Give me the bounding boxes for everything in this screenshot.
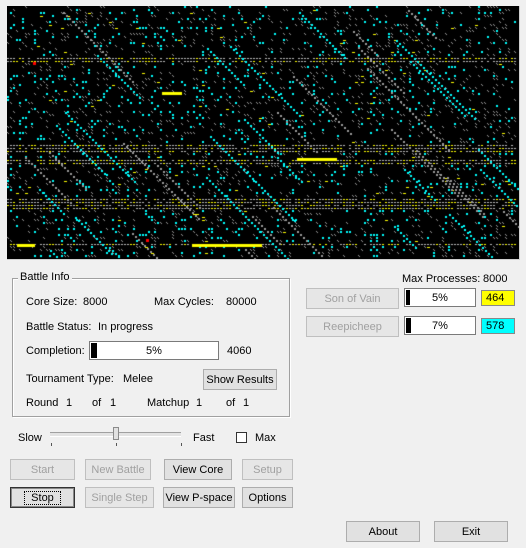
max-cycles-label: Max Cycles: — [154, 296, 214, 308]
completion-progress-fill — [91, 343, 97, 358]
options-button[interactable]: Options — [242, 487, 293, 508]
warrior-1-button[interactable]: Son of Vain — [306, 288, 399, 309]
exit-button[interactable]: Exit — [434, 521, 508, 542]
max-processes-label: Max Processes: — [402, 273, 481, 285]
completion-label: Completion: — [26, 345, 85, 357]
setup-button[interactable]: Setup — [242, 459, 293, 480]
matchup-value: 1 — [196, 397, 203, 409]
max-speed-checkbox[interactable] — [236, 432, 247, 443]
battle-info-legend: Battle Info — [18, 271, 72, 283]
matchup-total: 1 — [243, 397, 250, 409]
start-button[interactable]: Start — [10, 459, 75, 480]
warrior-1-process-bar: 5% — [404, 288, 476, 307]
core-size-value: 8000 — [83, 296, 108, 308]
battle-status-label: Battle Status: — [26, 321, 92, 333]
max-cycles-value: 80000 — [226, 296, 257, 308]
speed-slow-label: Slow — [18, 432, 42, 444]
completion-count: 4060 — [227, 345, 252, 357]
round-label: Round — [26, 397, 59, 409]
tournament-type-label: Tournament Type: — [26, 373, 114, 385]
warrior-1-process-fill — [406, 290, 410, 305]
warrior-2-process-fill — [406, 318, 411, 333]
core-display — [7, 6, 520, 260]
round-value: 1 — [66, 397, 73, 409]
about-button[interactable]: About — [346, 521, 420, 542]
completion-percent: 5% — [146, 344, 162, 357]
core-size-label: Core Size: — [26, 296, 78, 308]
warrior-2-percent: 7% — [432, 319, 448, 332]
view-core-button[interactable]: View Core — [164, 459, 232, 480]
completion-progress-bar: 5% — [89, 341, 219, 360]
warrior-1-percent: 5% — [432, 291, 448, 304]
max-processes-value: 8000 — [483, 273, 508, 285]
speed-slider-thumb[interactable] — [113, 427, 119, 440]
round-of-label: of — [92, 397, 102, 409]
new-battle-button[interactable]: New Battle — [85, 459, 151, 480]
speed-fast-label: Fast — [193, 432, 215, 444]
matchup-label: Matchup — [147, 397, 190, 409]
tournament-type-value: Melee — [123, 373, 153, 385]
stop-button-label: Stop — [24, 490, 61, 505]
warrior-2-button[interactable]: Reepicheep — [306, 316, 399, 337]
stop-button[interactable]: Stop — [10, 487, 75, 508]
matchup-of-label: of — [226, 397, 236, 409]
warrior-2-process-bar: 7% — [404, 316, 476, 335]
speed-tick — [51, 443, 52, 446]
warrior-2-count: 578 — [481, 318, 515, 334]
show-results-button[interactable]: Show Results — [203, 369, 277, 390]
speed-tick — [181, 443, 182, 446]
max-speed-label: Max — [255, 432, 276, 444]
single-step-button[interactable]: Single Step — [85, 487, 154, 508]
battle-status-value: In progress — [98, 321, 154, 333]
warrior-1-count: 464 — [481, 290, 515, 306]
view-pspace-button[interactable]: View P-space — [163, 487, 235, 508]
round-total: 1 — [110, 397, 117, 409]
speed-tick — [116, 443, 117, 446]
